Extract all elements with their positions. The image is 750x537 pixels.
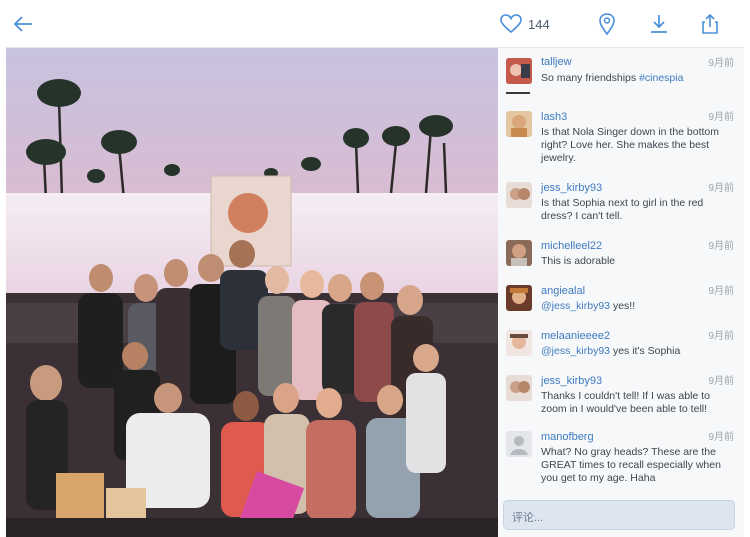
- comment-item: jess_kirby93 9月前 Thanks I couldn't tell!…: [498, 372, 744, 422]
- comment-input-placeholder: 评论...: [512, 512, 544, 524]
- comment-time: 9月前: [708, 432, 734, 443]
- share-button[interactable]: [701, 12, 719, 36]
- comment-username[interactable]: manofberg: [541, 431, 594, 443]
- comment-time: 9月前: [708, 286, 734, 297]
- mention-link[interactable]: @jess_kirby93: [541, 300, 610, 312]
- comment-time: 9月前: [708, 112, 734, 123]
- comment-username[interactable]: michelleel22: [541, 240, 602, 252]
- comment-time: 9月前: [708, 331, 734, 342]
- comment-text-body: So many friendships: [541, 72, 640, 84]
- like-button[interactable]: 144: [500, 12, 550, 36]
- comment-time: 9月前: [708, 241, 734, 252]
- download-icon: [651, 15, 667, 33]
- mention-link[interactable]: @jess_kirby93: [541, 345, 610, 357]
- comment-text-body: yes!!: [610, 300, 636, 312]
- location-button[interactable]: [598, 12, 616, 36]
- like-count: 144: [528, 16, 550, 32]
- group-photo-image: [6, 48, 498, 537]
- comment-text: Is that Nola Singer down in the bottom r…: [541, 126, 720, 164]
- comment-username[interactable]: talljew: [541, 56, 572, 68]
- comment-time: 9月前: [708, 376, 734, 387]
- back-arrow-icon: [13, 16, 32, 32]
- comment-time: 9月前: [708, 58, 734, 69]
- comment-item: manofberg 9月前 What? No gray heads? These…: [498, 428, 744, 490]
- comment-item: angiealal 9月前 @jess_kirby93 yes!!: [498, 282, 744, 322]
- comment-text: @jess_kirby93 yes!!: [541, 300, 737, 313]
- comment-text-body: yes it's Sophia: [610, 345, 681, 357]
- avatar[interactable]: [506, 111, 532, 137]
- avatar[interactable]: [506, 330, 532, 356]
- comment-text: Is that Sophia next to girl in the red d…: [541, 197, 704, 222]
- download-button[interactable]: [649, 12, 669, 36]
- avatar[interactable]: [506, 182, 532, 208]
- comment-username[interactable]: jess_kirby93: [541, 375, 602, 387]
- comment-username[interactable]: jess_kirby93: [541, 182, 602, 194]
- comments-panel: talljew 9月前 So many friendships #cinespi…: [498, 48, 744, 537]
- back-button[interactable]: [12, 12, 34, 36]
- photo-viewer: 144 talljew 9月前 So many friendships #cin…: [6, 0, 744, 537]
- comment-text: This is adorable: [541, 255, 616, 267]
- comment-username[interactable]: lash3: [541, 111, 567, 123]
- comment-item: jess_kirby93 9月前 Is that Sophia next to …: [498, 179, 744, 229]
- comment-text: So many friendships #cinespia: [541, 72, 737, 85]
- avatar-divider: [506, 92, 530, 94]
- hashtag-link[interactable]: #cinespia: [639, 72, 683, 84]
- comment-item: melaanieeee2 9月前 @jess_kirby93 yes it's …: [498, 327, 744, 367]
- comment-item: michelleel22 9月前 This is adorable: [498, 237, 744, 277]
- avatar[interactable]: [506, 375, 532, 401]
- photo[interactable]: [6, 48, 498, 537]
- top-toolbar: 144: [6, 0, 744, 48]
- avatar[interactable]: [506, 240, 532, 266]
- comment-text: Thanks I couldn't tell! If I was able to…: [541, 390, 710, 415]
- comment-username[interactable]: angiealal: [541, 285, 585, 297]
- avatar[interactable]: [506, 58, 532, 84]
- comment-text: What? No gray heads? These are the GREAT…: [541, 446, 721, 484]
- comment-item: lash3 9月前 Is that Nola Singer down in th…: [498, 108, 744, 168]
- location-pin-icon: [599, 13, 615, 35]
- avatar[interactable]: [506, 285, 532, 311]
- avatar[interactable]: [506, 431, 532, 457]
- comment-input[interactable]: 评论...: [503, 500, 735, 530]
- comment-text: @jess_kirby93 yes it's Sophia: [541, 345, 737, 358]
- comment-time: 9月前: [708, 183, 734, 194]
- comment-item: talljew 9月前 So many friendships #cinespi…: [498, 54, 744, 94]
- comment-username[interactable]: melaanieeee2: [541, 330, 610, 342]
- share-icon: [702, 13, 718, 34]
- heart-icon: [500, 14, 522, 34]
